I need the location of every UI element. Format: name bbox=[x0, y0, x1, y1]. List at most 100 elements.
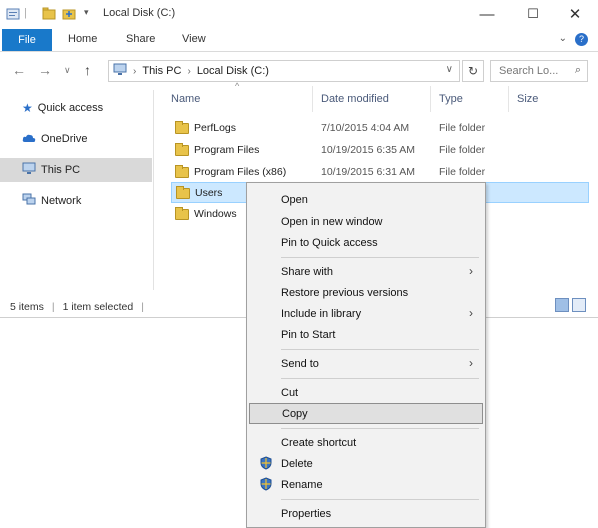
shield-icon bbox=[259, 456, 273, 470]
nav-item-onedrive[interactable]: OneDrive bbox=[0, 127, 152, 151]
file-type: File folder bbox=[439, 166, 486, 178]
table-row[interactable]: Program Files 10/19/2015 6:35 AM File fo… bbox=[171, 140, 589, 161]
date-modified: 7/10/2015 4:04 AM bbox=[321, 122, 410, 134]
menu-item-copy[interactable]: Copy bbox=[249, 403, 483, 424]
view-switcher bbox=[555, 298, 586, 312]
address-dropdown-icon[interactable]: ∨ bbox=[446, 64, 453, 75]
column-header-type[interactable]: Type bbox=[433, 86, 509, 112]
menu-item-rename[interactable]: Rename bbox=[249, 474, 483, 495]
search-box[interactable]: Search Lo... ⌕ bbox=[490, 60, 588, 82]
help-icon[interactable]: ? bbox=[575, 33, 588, 46]
refresh-button[interactable]: ↻ bbox=[462, 60, 484, 82]
star-icon: ★ bbox=[22, 101, 33, 115]
maximize-button[interactable]: ☐ bbox=[510, 2, 556, 26]
file-name: Windows bbox=[194, 208, 237, 220]
file-name-cell: PerfLogs bbox=[175, 120, 236, 134]
folder-icon bbox=[175, 164, 189, 178]
menu-item-label: Delete bbox=[281, 457, 313, 470]
menu-item-label: Copy bbox=[282, 407, 308, 420]
menu-item-create-shortcut[interactable]: Create shortcut bbox=[249, 432, 483, 453]
menu-separator bbox=[281, 257, 479, 258]
breadcrumb-separator-icon: › bbox=[133, 65, 137, 77]
file-name-cell: Program Files (x86) bbox=[175, 164, 287, 178]
ribbon-right-controls: ⌄ ? bbox=[559, 33, 588, 46]
breadcrumb-this-pc[interactable]: This PC bbox=[142, 65, 181, 77]
selection-count: 1 item selected bbox=[62, 301, 134, 313]
nav-item-label: OneDrive bbox=[41, 133, 88, 145]
column-header-name[interactable]: Name ^ bbox=[165, 81, 313, 112]
menu-item-restore-versions[interactable]: Restore previous versions bbox=[249, 282, 483, 303]
nav-item-label: Network bbox=[41, 195, 82, 207]
expand-ribbon-icon[interactable]: ⌄ bbox=[559, 33, 567, 46]
breadcrumb-local-disk[interactable]: Local Disk (C:) bbox=[197, 65, 269, 77]
item-count: 5 items bbox=[10, 301, 44, 313]
menu-item-properties[interactable]: Properties bbox=[249, 503, 483, 524]
tab-view[interactable]: View bbox=[182, 33, 206, 45]
menu-item-label: Pin to Quick access bbox=[281, 236, 378, 249]
menu-item-label: Open bbox=[281, 193, 308, 206]
file-type: File folder bbox=[439, 144, 486, 156]
menu-item-pin-quick-access[interactable]: Pin to Quick access bbox=[249, 232, 483, 253]
date-modified: 10/19/2015 6:31 AM bbox=[321, 166, 415, 178]
refresh-icon: ↻ bbox=[467, 64, 479, 78]
title-bar: | ▾ Local Disk (C:) — ☐ ✕ bbox=[0, 0, 598, 28]
table-row[interactable]: PerfLogs 7/10/2015 4:04 AM File folder bbox=[171, 118, 589, 139]
ribbon-tabs: File Home Share View ⌄ ? bbox=[0, 28, 598, 52]
menu-item-open[interactable]: Open bbox=[249, 189, 483, 210]
menu-item-include-library[interactable]: Include in library › bbox=[249, 303, 483, 324]
up-arrow-icon[interactable]: ↑ bbox=[84, 62, 91, 78]
menu-item-label: Send to bbox=[281, 357, 319, 370]
column-header-size[interactable]: Size bbox=[511, 86, 581, 112]
menu-item-cut[interactable]: Cut bbox=[249, 382, 483, 403]
details-view-icon[interactable] bbox=[555, 298, 569, 312]
file-type: File folder bbox=[439, 122, 486, 134]
file-name: Program Files (x86) bbox=[194, 166, 287, 178]
menu-item-label: Rename bbox=[281, 478, 323, 491]
menu-item-share-with[interactable]: Share with › bbox=[249, 261, 483, 282]
menu-item-label: Create shortcut bbox=[281, 436, 357, 449]
recent-locations-chevron-icon[interactable]: ∨ bbox=[64, 65, 71, 76]
folder-icon[interactable] bbox=[62, 7, 76, 21]
new-folder-icon[interactable] bbox=[42, 7, 56, 21]
column-header-label: Date modified bbox=[321, 93, 389, 105]
tab-home[interactable]: Home bbox=[68, 33, 97, 45]
menu-item-label: Cut bbox=[281, 386, 299, 399]
table-row[interactable]: Program Files (x86) 10/19/2015 6:31 AM F… bbox=[171, 162, 589, 183]
file-name: Users bbox=[195, 187, 223, 199]
close-button[interactable]: ✕ bbox=[552, 2, 598, 26]
menu-item-label: Open in new window bbox=[281, 215, 383, 228]
forward-arrow-icon[interactable]: → bbox=[38, 62, 52, 78]
address-row: ← → ∨ ↑ › This PC › Local Disk (C:) ∨ ↻ … bbox=[0, 56, 598, 86]
cloud-icon bbox=[22, 133, 36, 146]
nav-item-this-pc[interactable]: This PC bbox=[0, 158, 152, 182]
menu-separator bbox=[281, 378, 479, 379]
minimize-button[interactable]: — bbox=[464, 2, 510, 26]
context-menu: Open Open in new window Pin to Quick acc… bbox=[246, 182, 486, 528]
folder-icon bbox=[175, 120, 189, 134]
nav-item-label: This PC bbox=[41, 164, 81, 176]
nav-item-network[interactable]: Network bbox=[0, 189, 152, 213]
file-name-cell: Users bbox=[176, 185, 223, 199]
tab-share[interactable]: Share bbox=[126, 33, 155, 45]
customize-dropdown-icon[interactable]: ▾ bbox=[84, 7, 89, 18]
menu-item-pin-start[interactable]: Pin to Start bbox=[249, 324, 483, 345]
back-arrow-icon[interactable]: ← bbox=[12, 62, 26, 78]
menu-item-label: Restore previous versions bbox=[281, 286, 409, 299]
status-divider: | bbox=[141, 301, 144, 313]
properties-icon[interactable] bbox=[6, 7, 20, 21]
large-icons-view-icon[interactable] bbox=[572, 298, 586, 312]
network-icon bbox=[22, 193, 36, 209]
menu-item-send-to[interactable]: Send to › bbox=[249, 353, 483, 374]
submenu-arrow-icon: › bbox=[469, 264, 473, 278]
column-header-date[interactable]: Date modified bbox=[315, 86, 431, 112]
menu-item-delete[interactable]: Delete bbox=[249, 453, 483, 474]
nav-item-quick-access[interactable]: ★ Quick access bbox=[0, 96, 152, 120]
menu-item-open-new-window[interactable]: Open in new window bbox=[249, 211, 483, 232]
navigation-pane: ★ Quick access OneDrive This PC Network bbox=[0, 90, 154, 290]
submenu-arrow-icon: › bbox=[469, 306, 473, 320]
toolbar-divider: | bbox=[24, 7, 27, 19]
tab-file[interactable]: File bbox=[2, 29, 52, 51]
menu-separator bbox=[281, 428, 479, 429]
address-bar[interactable]: › This PC › Local Disk (C:) ∨ bbox=[108, 60, 460, 82]
computer-icon bbox=[113, 63, 127, 79]
